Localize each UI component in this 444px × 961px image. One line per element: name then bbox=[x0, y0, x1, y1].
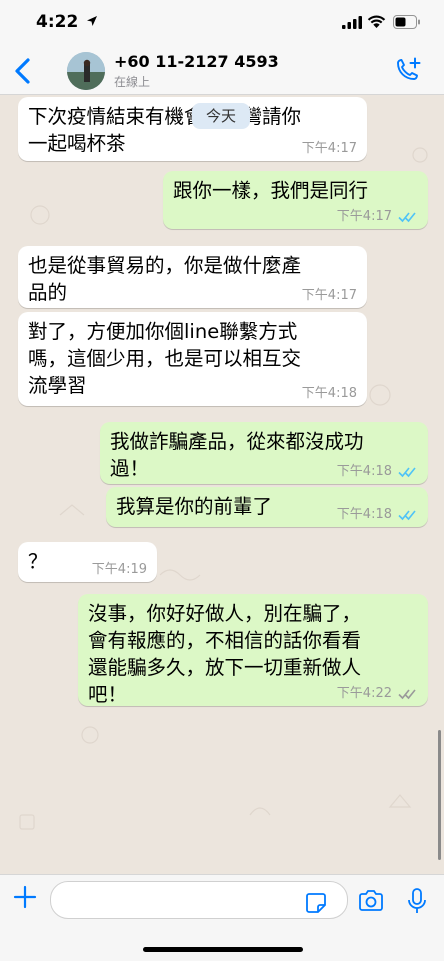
message-text: 跟你一樣，我們是同行 bbox=[173, 179, 369, 202]
message-time: 下午4:18 bbox=[301, 386, 357, 401]
message-text: 也是從事貿易的，你是做什麼產 品的 bbox=[28, 254, 302, 304]
message-list[interactable]: 下次疫情結束有機會來台灣請你 一起喝杯茶 下午4:17 今天 跟你一樣，我們是同… bbox=[0, 95, 444, 874]
read-receipt-icon bbox=[398, 212, 416, 223]
message-input[interactable] bbox=[50, 881, 348, 919]
message-text: 對了，方便加你個line聯繫方式 嗎，這個少用，也是可以相互交 流學習 bbox=[28, 320, 302, 397]
date-separator: 今天 bbox=[192, 103, 250, 129]
camera-icon[interactable] bbox=[357, 889, 385, 913]
message-time: 下午4:19 bbox=[91, 562, 147, 577]
status-bar: 4:22 bbox=[0, 0, 444, 46]
message-composer bbox=[0, 874, 444, 961]
chat-header: +60 11-2127 4593 在線上 bbox=[0, 46, 444, 95]
delivered-receipt-icon bbox=[398, 689, 416, 700]
message-text: 我做詐騙產品，從來都沒成功 過！ bbox=[110, 430, 364, 480]
status-time: 4:22 bbox=[36, 12, 79, 32]
message-bubble-outgoing[interactable]: 沒事，你好好做人，別在騙了， 會有報應的，不相信的話你看看 還能騙多久，放下一切… bbox=[78, 594, 428, 706]
scroll-indicator[interactable] bbox=[438, 730, 441, 860]
message-bubble-incoming[interactable]: 對了，方便加你個line聯繫方式 嗎，這個少用，也是可以相互交 流學習 下午4:… bbox=[18, 312, 367, 406]
message-time: 下午4:18 bbox=[336, 464, 392, 479]
add-call-icon[interactable] bbox=[393, 56, 423, 86]
microphone-icon[interactable] bbox=[406, 887, 428, 915]
message-text: 下次疫情結束有機會來台灣請你 一起喝杯茶 bbox=[28, 105, 302, 155]
read-receipt-icon bbox=[398, 510, 416, 521]
contact-status: 在線上 bbox=[114, 75, 151, 89]
message-bubble-incoming[interactable]: 也是從事貿易的，你是做什麼產 品的 下午4:17 bbox=[18, 246, 367, 308]
message-text: ？ bbox=[28, 550, 48, 573]
plus-icon[interactable] bbox=[13, 885, 37, 909]
contact-name[interactable]: +60 11-2127 4593 bbox=[114, 52, 279, 71]
message-time: 下午4:17 bbox=[301, 141, 357, 156]
message-time: 下午4:22 bbox=[336, 686, 392, 701]
contact-avatar[interactable] bbox=[67, 52, 105, 90]
home-indicator[interactable] bbox=[143, 947, 303, 952]
message-bubble-outgoing[interactable]: 我算是你的前輩了 下午4:18 bbox=[106, 487, 428, 527]
battery-icon bbox=[393, 15, 420, 29]
read-receipt-icon bbox=[398, 467, 416, 478]
message-text: 我算是你的前輩了 bbox=[116, 495, 273, 518]
wifi-icon bbox=[367, 15, 386, 28]
message-time: 下午4:18 bbox=[336, 507, 392, 522]
location-arrow-icon bbox=[87, 16, 97, 26]
message-bubble-incoming[interactable]: ？ 下午4:19 bbox=[18, 542, 157, 582]
cellular-signal-icon bbox=[342, 16, 362, 29]
message-text: 沒事，你好好做人，別在騙了， 會有報應的，不相信的話你看看 還能騙多久，放下一切… bbox=[88, 602, 362, 706]
message-bubble-outgoing[interactable]: 我做詐騙產品，從來都沒成功 過！ 下午4:18 bbox=[100, 422, 428, 484]
sticker-icon[interactable] bbox=[305, 892, 327, 914]
chevron-left-icon[interactable] bbox=[10, 56, 36, 86]
message-bubble-outgoing[interactable]: 跟你一樣，我們是同行 下午4:17 bbox=[163, 171, 428, 229]
message-time: 下午4:17 bbox=[336, 209, 392, 224]
message-time: 下午4:17 bbox=[301, 288, 357, 303]
